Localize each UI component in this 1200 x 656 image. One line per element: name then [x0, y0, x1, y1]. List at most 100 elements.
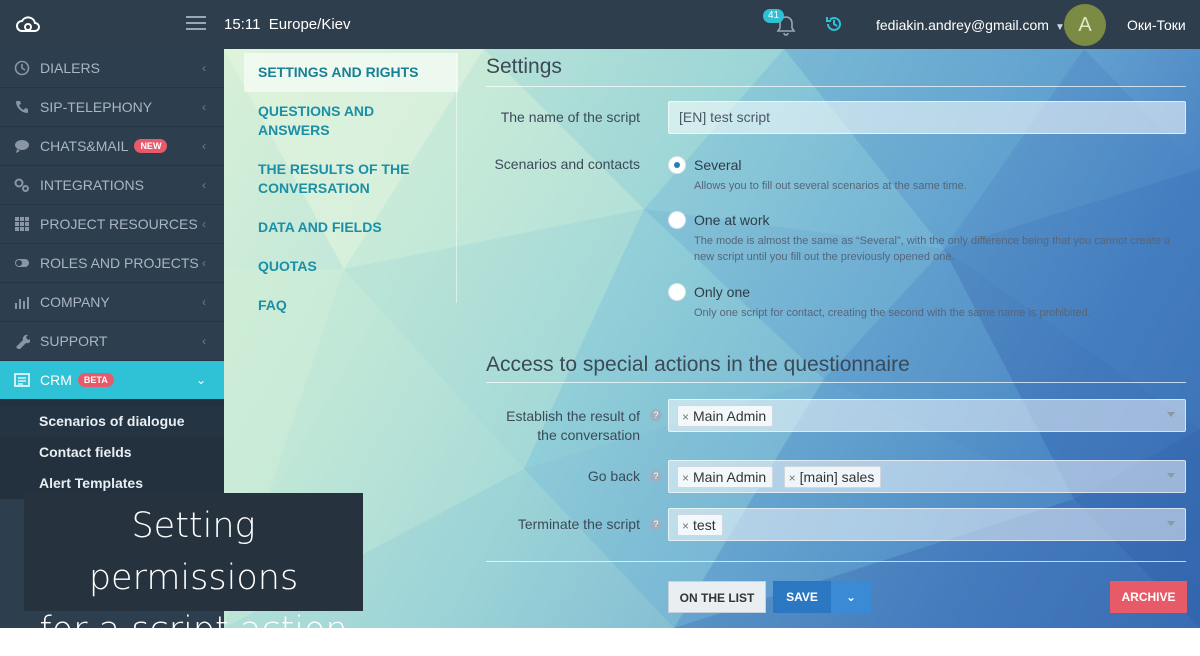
access-row-label: Go back [486, 468, 640, 484]
option-only-one-label: Only one [694, 284, 751, 300]
caret-down-icon [1167, 412, 1175, 417]
script-name-input[interactable]: [EN] test script [668, 101, 1186, 134]
chevron-left-icon: ‹ [202, 178, 206, 192]
sidebar-item-roles-projects[interactable]: ROLES AND PROJECTS ‹ [0, 244, 224, 283]
save-button[interactable]: SAVE [773, 581, 831, 613]
beta-badge: BETA [77, 373, 114, 387]
remove-tag-icon[interactable]: × [682, 471, 689, 485]
chevron-down-icon: ⌄ [845, 590, 857, 604]
chevron-left-icon: ‹ [202, 100, 206, 114]
subnav-divider [456, 53, 457, 303]
divider [486, 86, 1186, 87]
sidebar-item-support[interactable]: SUPPORT ‹ [0, 322, 224, 361]
chat-icon [15, 140, 29, 153]
subnav-data-fields[interactable]: DATA AND FIELDS [244, 208, 458, 247]
sidebar-item-label: ROLES AND PROJECTS [40, 255, 199, 271]
user-email: fediakin.andrey@gmail.com [876, 17, 1049, 33]
phone-icon [16, 101, 28, 113]
option-only-one-desc: Only one script for contact, creating th… [694, 307, 1091, 319]
access-go-back-select[interactable]: × Main Admin × [main] sales [668, 460, 1186, 493]
access-result-select[interactable]: × Main Admin [668, 399, 1186, 432]
chevron-down-icon: ⌄ [195, 373, 206, 387]
option-one-at-work-desc: The mode is almost the same as “Several”… [694, 235, 1171, 263]
archive-button[interactable]: ARCHIVE [1110, 581, 1187, 613]
avatar[interactable]: A [1064, 4, 1106, 46]
cloud-logo-icon[interactable] [16, 14, 40, 34]
sidebar-item-project-resources[interactable]: PROJECT RESOURCES ‹ [0, 205, 224, 244]
new-badge: NEW [134, 139, 168, 153]
wrench-icon [16, 334, 30, 349]
on-the-list-button[interactable]: ON THE LIST [668, 581, 766, 613]
access-go-back-label: Go back [587, 468, 640, 484]
save-options-button[interactable]: ⌄ [831, 581, 871, 613]
grid-icon [15, 217, 29, 231]
chevron-left-icon: ‹ [202, 139, 206, 153]
subnav-conversation-results[interactable]: THE RESULTS OF THE CONVERSATION [244, 150, 458, 208]
caption-line-2: for a script action [39, 610, 348, 650]
top-bar: 15:11 Europe/Kiev 41 fediakin.andrey@gma… [0, 0, 1200, 49]
sidebar-item-crm[interactable]: CRM BETA ⌄ [0, 361, 224, 400]
toggle-icon [15, 259, 29, 267]
option-one-at-work-label: One at work [694, 212, 770, 228]
access-terminate-label: Terminate the script [517, 516, 640, 532]
sidebar-item-label: DIALERS [40, 60, 100, 76]
caret-down-icon [1167, 521, 1175, 526]
help-icon[interactable]: ? [650, 409, 662, 421]
time-value: 15:11 [224, 16, 261, 33]
radio-one-at-work[interactable] [668, 211, 686, 229]
organization-name: Оки-Токи [1127, 17, 1186, 33]
divider [486, 382, 1186, 383]
radio-several[interactable] [668, 156, 686, 174]
option-several-label: Several [694, 157, 742, 173]
remove-tag-icon[interactable]: × [789, 471, 796, 485]
radio-only-one[interactable] [668, 283, 686, 301]
access-row-label: Terminate the script [486, 516, 640, 532]
tag-label: test [693, 517, 716, 533]
sidebar-item-company[interactable]: COMPANY ‹ [0, 283, 224, 322]
access-result-label: Establish the result of the conversation [506, 408, 640, 443]
sidebar-item-integrations[interactable]: INTEGRATIONS ‹ [0, 166, 224, 205]
submenu-item-contact-fields[interactable]: Contact fields [0, 437, 224, 468]
option-several-desc: Allows you to fill out several scenarios… [694, 180, 967, 192]
bar-chart-icon [15, 297, 29, 309]
sidebar-item-label: PROJECT RESOURCES [40, 216, 198, 232]
chevron-left-icon: ‹ [202, 256, 206, 270]
history-icon[interactable] [824, 14, 844, 34]
subnav-settings-rights[interactable]: SETTINGS AND RIGHTS [244, 53, 458, 92]
tag: × Main Admin [677, 466, 774, 488]
remove-tag-icon[interactable]: × [682, 410, 689, 424]
remove-tag-icon[interactable]: × [682, 519, 689, 533]
tag: × test [677, 514, 723, 536]
submenu-item-scenarios[interactable]: Scenarios of dialogue [0, 406, 224, 437]
user-menu[interactable]: fediakin.andrey@gmail.com ▼ [876, 17, 1065, 33]
crm-submenu: Scenarios of dialogue Contact fields Ale… [0, 400, 224, 499]
help-icon[interactable]: ? [650, 518, 662, 530]
clock-icon [14, 60, 30, 76]
tag-label: [main] sales [799, 469, 875, 485]
access-terminate-select[interactable]: × test [668, 508, 1186, 541]
subnav-questions-answers[interactable]: QUESTIONS AND ANSWERS [244, 92, 458, 150]
access-row-label: Establish the result of the conversation [486, 407, 640, 445]
caret-down-icon [1167, 473, 1175, 478]
tag-label: Main Admin [693, 469, 767, 485]
chevron-left-icon: ‹ [202, 61, 206, 75]
chevron-left-icon: ‹ [202, 217, 206, 231]
sidebar-item-label: SUPPORT [40, 333, 108, 349]
list-icon [14, 373, 30, 387]
tag-label: Main Admin [693, 408, 767, 424]
tag: × [main] sales [783, 466, 882, 488]
sidebar-item-chats-mail[interactable]: CHATS&MAIL NEW ‹ [0, 127, 224, 166]
menu-toggle-icon[interactable] [186, 16, 206, 32]
notification-badge[interactable]: 41 [763, 9, 785, 23]
script-name-label: The name of the script [500, 109, 640, 125]
help-icon[interactable]: ? [650, 470, 662, 482]
subnav-faq[interactable]: FAQ [244, 286, 458, 325]
access-heading: Access to special actions in the questio… [486, 353, 910, 376]
chevron-left-icon: ‹ [202, 295, 206, 309]
settings-subnav: SETTINGS AND RIGHTS QUESTIONS AND ANSWER… [244, 53, 458, 325]
sidebar-item-sip-telephony[interactable]: SIP-TELEPHONY ‹ [0, 88, 224, 127]
sidebar-item-label: CHATS&MAIL [40, 138, 129, 154]
subnav-quotas[interactable]: QUOTAS [244, 247, 458, 286]
sidebar-item-dialers[interactable]: DIALERS ‹ [0, 49, 224, 88]
divider [486, 561, 1186, 562]
